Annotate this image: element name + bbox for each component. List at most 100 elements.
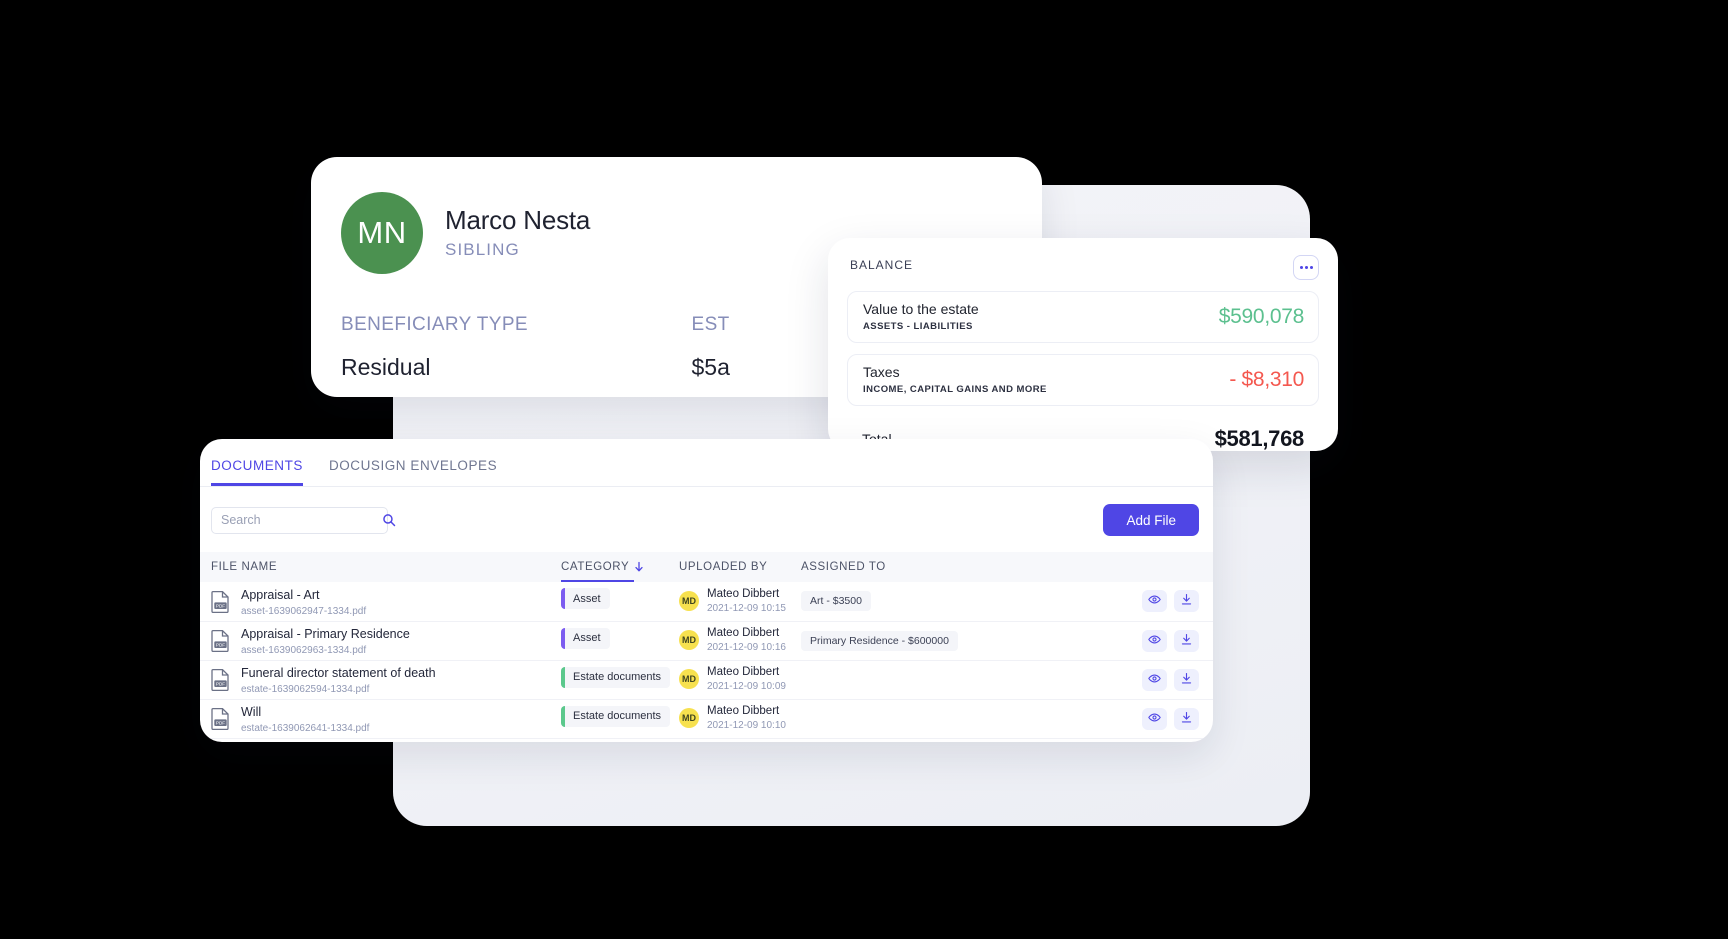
eye-icon [1148,711,1161,727]
balance-row-taxes: Taxes INCOME, CAPITAL GAINS AND MORE - $… [847,354,1319,406]
view-document-button[interactable] [1142,668,1167,691]
cell-actions [1045,660,1213,699]
view-document-button[interactable] [1142,590,1167,613]
relation-label: SIBLING [445,240,520,260]
file-name: Will [241,704,262,719]
field-beneficiary-type: BENEFICIARY TYPE Residual [341,314,692,381]
cell-category: Asset [550,621,668,660]
pdf-file-icon: PDF [211,668,230,692]
download-document-button[interactable] [1174,629,1199,652]
cell-file-name: PDF Will estate-1639062641-1334.pdf [200,699,550,738]
documents-tabs: DOCUMENTS DOCUSIGN ENVELOPES [200,439,1213,487]
cell-file-name: PDF Appraisal - Primary Residence asset-16… [200,621,550,660]
tab-documents[interactable]: DOCUMENTS [211,458,303,486]
balance-row-amount: $590,078 [1218,305,1305,328]
uploader-name: Mateo Dibbert [707,587,780,600]
svg-text:PDF: PDF [216,603,225,608]
balance-header: BALANCE [847,255,1319,280]
field-label: BENEFICIARY TYPE [341,314,528,335]
file-filename: estate-1639062641-1334.pdf [241,723,370,735]
column-header-category[interactable]: CATEGORY [550,552,668,582]
uploader-avatar: MD [679,591,699,612]
add-file-button[interactable]: Add File [1103,504,1199,536]
column-header-file-name[interactable]: FILE NAME [200,552,550,582]
download-icon [1180,711,1193,727]
cell-file-name: PDF Appraisal - Art asset-1639062947-1334.… [200,582,550,621]
assigned-to-pill: Art - $3500 [801,591,871,612]
category-label: Estate documents [573,710,662,722]
table-row[interactable]: PDF Appraisal - Primary Residence asset-16… [200,621,1213,660]
category-badge: Estate documents [561,705,671,727]
cell-category: Asset [550,582,668,621]
eye-icon [1148,672,1161,688]
cell-actions [1045,621,1213,660]
eye-icon [1148,593,1161,609]
download-document-button[interactable] [1174,668,1199,691]
balance-row-name: Value to the estate [863,300,979,317]
documents-table: FILE NAME CATEGORY UPLOADED BY ASSIGNED … [200,552,1213,739]
cell-file-name: PDF Funeral director statement of death es… [200,660,550,699]
uploader-name: Mateo Dibbert [707,666,780,679]
download-icon [1180,672,1193,688]
file-filename: asset-1639062947-1334.pdf [241,605,367,617]
balance-card: BALANCE Value to the estate ASSETS - LIA… [828,238,1338,451]
pdf-file-icon: PDF [211,707,230,731]
column-header-assigned-to[interactable]: ASSIGNED TO [790,552,1045,582]
file-name: Appraisal - Primary Residence [241,626,410,641]
uploader-avatar: MD [679,630,699,651]
download-document-button[interactable] [1174,707,1199,730]
balance-title: BALANCE [850,258,914,272]
column-label: ASSIGNED TO [801,561,886,573]
view-document-button[interactable] [1142,707,1167,730]
tab-docusign-envelopes[interactable]: DOCUSIGN ENVELOPES [329,458,497,486]
balance-row-name: Taxes [863,363,900,380]
cell-assigned-to: Primary Residence - $600000 [790,621,1045,660]
download-icon [1180,633,1193,649]
documents-toolbar: Add File [200,487,1213,536]
category-label: Asset [573,592,601,605]
profile-identity: Marco Nesta SIBLING [445,205,590,261]
file-filename: estate-1639062594-1334.pdf [241,684,370,696]
table-row[interactable]: PDF Will estate-1639062641-1334.pdf Estate … [200,699,1213,738]
balance-row-label: Taxes INCOME, CAPITAL GAINS AND MORE [863,364,1047,396]
uploader-avatar: MD [679,669,699,690]
uploaded-at: 2021-12-09 10:10 [707,719,786,731]
balance-row-sub: INCOME, CAPITAL GAINS AND MORE [863,384,1047,396]
uploaded-at: 2021-12-09 10:15 [707,602,786,614]
category-label: Asset [573,632,601,644]
uploader-avatar: MD [679,708,699,729]
column-label: CATEGORY [561,561,630,573]
table-row[interactable]: PDF Funeral director statement of death es… [200,660,1213,699]
uploader-name: Mateo Dibbert [707,627,780,640]
more-horizontal-icon[interactable] [1293,255,1319,280]
file-filename: asset-1639062963-1334.pdf [241,645,367,657]
pdf-file-icon: PDF [211,629,230,653]
cell-category: Estate documents [550,699,671,738]
screenshot-stage: MN Marco Nesta SIBLING BENEFICIARY TYPE … [0,0,1728,939]
field-value: Residual [341,354,431,380]
view-document-button[interactable] [1142,629,1167,652]
uploaded-at: 2021-12-09 10:09 [707,680,786,692]
column-header-uploaded-by[interactable]: UPLOADED BY [668,552,790,582]
cell-assigned-to [790,699,1045,738]
uploader-name: Mateo Dibbert [707,705,780,718]
cell-uploaded-by: MD Mateo Dibbert 2021-12-09 10:10 [668,699,790,738]
category-color-bar [561,666,565,688]
svg-text:PDF: PDF [216,681,225,686]
cell-uploaded-by: MD Mateo Dibbert 2021-12-09 10:09 [668,660,790,699]
table-row[interactable]: PDF Appraisal - Art asset-1639062947-1334.… [200,582,1213,621]
documents-table-body: PDF Appraisal - Art asset-1639062947-1334.… [200,582,1213,738]
balance-total-amount: $581,768 [1214,426,1305,451]
download-icon [1180,593,1193,609]
cell-uploaded-by: MD Mateo Dibbert 2021-12-09 10:15 [668,582,790,621]
balance-row-label: Value to the estate ASSETS - LIABILITIES [863,301,979,333]
download-document-button[interactable] [1174,590,1199,613]
eye-icon [1148,633,1161,649]
assigned-to-pill: Primary Residence - $600000 [801,630,958,651]
category-badge: Asset [561,627,610,649]
file-name: Appraisal - Art [241,587,320,602]
search-input[interactable] [221,513,382,527]
category-badge: Estate documents [561,666,671,688]
avatar: MN [341,192,423,274]
search-box[interactable] [211,506,396,534]
